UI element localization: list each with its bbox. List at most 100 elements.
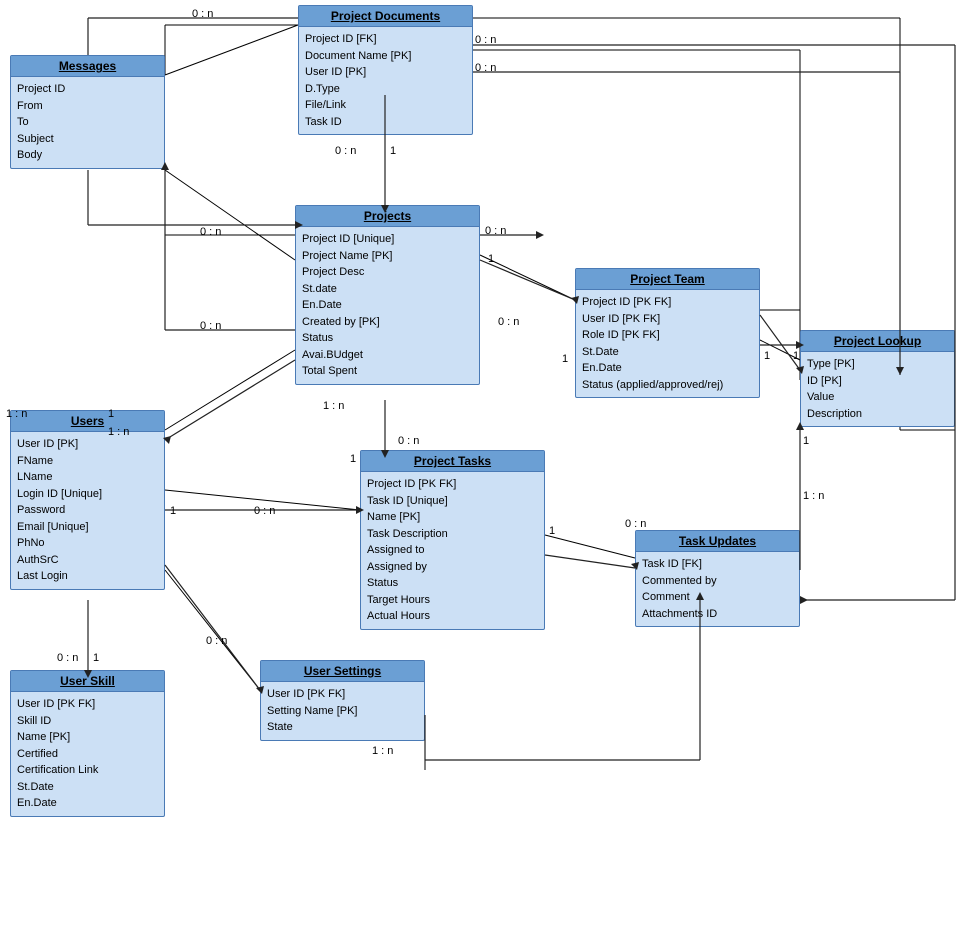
entity-body-project-lookup: Type [PK] ID [PK] Value Description: [801, 352, 954, 426]
entity-body-projects: Project ID [Unique] Project Name [PK] Pr…: [296, 227, 479, 384]
entity-header-task-updates: Task Updates: [636, 531, 799, 552]
label-0n-6: 0 : n: [200, 320, 221, 332]
field: Actual Hours: [367, 608, 538, 625]
label-1-1: 1: [390, 145, 396, 157]
field: D.Type: [305, 81, 466, 98]
entity-project-team: Project Team Project ID [PK FK] User ID …: [575, 268, 760, 398]
field: Status: [367, 575, 538, 592]
label-1n-2: 1 : n: [803, 490, 824, 502]
label-0n-2: 0 : n: [475, 34, 496, 46]
entity-body-users: User ID [PK] FName LName Login ID [Uniqu…: [11, 432, 164, 589]
field: Setting Name [PK]: [267, 703, 418, 720]
field: St.Date: [582, 344, 753, 361]
field: User ID [PK FK]: [267, 686, 418, 703]
field: Avai.BUdget: [302, 347, 473, 364]
entity-header-project-tasks: Project Tasks: [361, 451, 544, 472]
field: Assigned by: [367, 559, 538, 576]
entity-header-project-lookup: Project Lookup: [801, 331, 954, 352]
field: Password: [17, 502, 158, 519]
entity-header-user-settings: User Settings: [261, 661, 424, 682]
entity-header-user-skill: User Skill: [11, 671, 164, 692]
label-1n-user-settings: 1 : n: [372, 745, 393, 757]
field: Document Name [PK]: [305, 48, 466, 65]
label-1n-users-3: 1 : n: [108, 426, 129, 438]
label-1-2: 1: [488, 253, 494, 265]
label-1-3: 1: [562, 353, 568, 365]
field: Last Login: [17, 568, 158, 585]
label-1-7: 1: [803, 435, 809, 447]
field: To: [17, 114, 158, 131]
entity-projects: Projects Project ID [Unique] Project Nam…: [295, 205, 480, 385]
field: ID [PK]: [807, 373, 948, 390]
field: User ID [PK]: [305, 64, 466, 81]
entity-header-users: Users: [11, 411, 164, 432]
field: User ID [PK]: [17, 436, 158, 453]
label-0n-10: 0 : n: [254, 505, 275, 517]
field: Project ID [PK FK]: [582, 294, 753, 311]
field: Certification Link: [17, 762, 158, 779]
field: Task ID: [305, 114, 466, 131]
field: Skill ID: [17, 713, 158, 730]
field: Total Spent: [302, 363, 473, 380]
field: Role ID [PK FK]: [582, 327, 753, 344]
entity-header-projects: Projects: [296, 206, 479, 227]
field: Description: [807, 406, 948, 423]
field: Target Hours: [367, 592, 538, 609]
field: Created by [PK]: [302, 314, 473, 331]
field: User ID [PK FK]: [17, 696, 158, 713]
label-1-6: 1: [549, 525, 555, 537]
field: Attachments ID: [642, 606, 793, 623]
field: User ID [PK FK]: [582, 311, 753, 328]
entity-project-lookup: Project Lookup Type [PK] ID [PK] Value D…: [800, 330, 955, 427]
entity-header-project-team: Project Team: [576, 269, 759, 290]
entity-header-messages: Messages: [11, 56, 164, 77]
field: Comment: [642, 589, 793, 606]
entity-body-project-documents: Project ID [FK] Document Name [PK] User …: [299, 27, 472, 134]
field: Type [PK]: [807, 356, 948, 373]
field: Commented by: [642, 573, 793, 590]
label-0n-3: 0 : n: [475, 62, 496, 74]
field: Status (applied/approved/rej): [582, 377, 753, 394]
label-0n-8: 0 : n: [498, 316, 519, 328]
label-0n-user-settings: 0 : n: [206, 635, 227, 647]
label-1-9: 1: [793, 350, 799, 362]
label-1n-1: 1 : n: [323, 400, 344, 412]
field: Certified: [17, 746, 158, 763]
entity-project-tasks: Project Tasks Project ID [PK FK] Task ID…: [360, 450, 545, 630]
field: From: [17, 98, 158, 115]
field: Task ID [Unique]: [367, 493, 538, 510]
label-1-4: 1: [350, 453, 356, 465]
entity-users: Users User ID [PK] FName LName Login ID …: [10, 410, 165, 590]
field: LName: [17, 469, 158, 486]
label-0n-7: 0 : n: [485, 225, 506, 237]
entity-project-documents: Project Documents Project ID [FK] Docume…: [298, 5, 473, 135]
field: Task ID [FK]: [642, 556, 793, 573]
field: State: [267, 719, 418, 736]
field: AuthSrC: [17, 552, 158, 569]
label-1n-users: 1 : n: [6, 408, 27, 420]
label-1-5: 1: [170, 505, 176, 517]
label-1-users-skill: 1: [93, 652, 99, 664]
field: Login ID [Unique]: [17, 486, 158, 503]
label-0n-11: 0 : n: [625, 518, 646, 530]
entity-body-user-settings: User ID [PK FK] Setting Name [PK] State: [261, 682, 424, 740]
label-0n-5: 0 : n: [200, 226, 221, 238]
entity-header-project-documents: Project Documents: [299, 6, 472, 27]
field: En.Date: [17, 795, 158, 812]
field: File/Link: [305, 97, 466, 114]
label-1-8: 1: [764, 350, 770, 362]
entity-body-project-tasks: Project ID [PK FK] Task ID [Unique] Name…: [361, 472, 544, 629]
field: Project ID [Unique]: [302, 231, 473, 248]
entity-messages: Messages Project ID From To Subject Body: [10, 55, 165, 169]
entity-body-project-team: Project ID [PK FK] User ID [PK FK] Role …: [576, 290, 759, 397]
entity-body-messages: Project ID From To Subject Body: [11, 77, 164, 168]
field: St.date: [302, 281, 473, 298]
field: FName: [17, 453, 158, 470]
field: Name [PK]: [17, 729, 158, 746]
entity-user-settings: User Settings User ID [PK FK] Setting Na…: [260, 660, 425, 741]
field: Body: [17, 147, 158, 164]
field: Project ID: [17, 81, 158, 98]
field: Project Desc: [302, 264, 473, 281]
field: Task Description: [367, 526, 538, 543]
field: Status: [302, 330, 473, 347]
